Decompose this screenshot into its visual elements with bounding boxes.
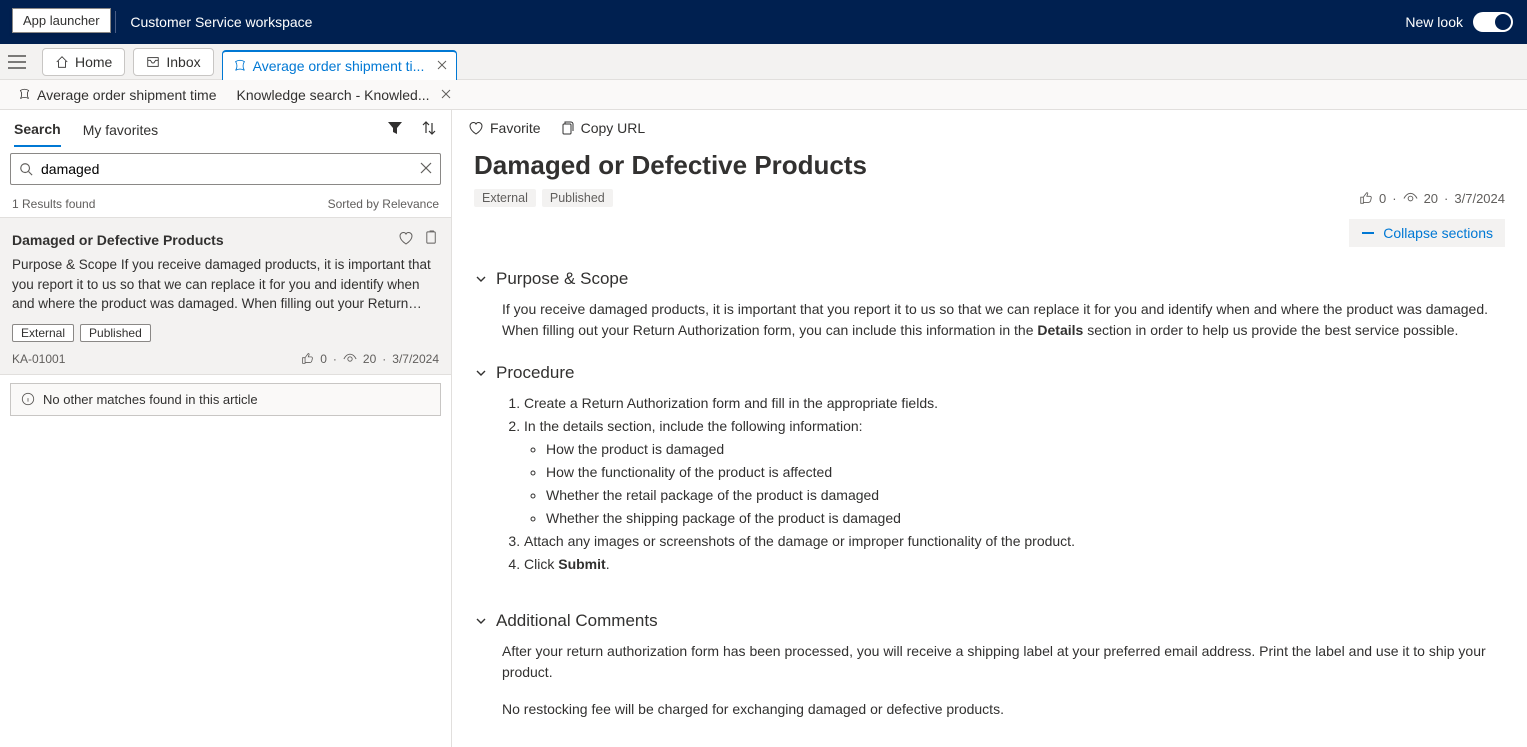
- like-icon: [1359, 191, 1373, 205]
- session-tab-label: Average order shipment ti...: [253, 58, 425, 74]
- popout-icon[interactable]: [424, 230, 439, 249]
- chip-external: External: [12, 324, 74, 342]
- tab-my-favorites[interactable]: My favorites: [83, 122, 158, 146]
- inbox-tab[interactable]: Inbox: [133, 48, 213, 76]
- list-item: Create a Return Authorization form and f…: [524, 393, 1505, 414]
- result-likes: 0: [320, 352, 327, 366]
- main-area: Search My favorites 1 Results found: [0, 110, 1527, 747]
- article-chip-external: External: [474, 189, 536, 207]
- view-icon: [343, 352, 357, 366]
- search-icon: [19, 162, 33, 176]
- copy-url-label: Copy URL: [581, 120, 646, 136]
- tab-search[interactable]: Search: [14, 121, 61, 147]
- filter-icon[interactable]: [387, 120, 403, 139]
- inbox-icon: [146, 55, 160, 69]
- article-title: Damaged or Defective Products: [474, 150, 1505, 181]
- heart-icon: [468, 120, 484, 136]
- session-tab-row: Home Inbox Average order shipment ti...: [0, 44, 1527, 80]
- close-icon[interactable]: [436, 58, 448, 74]
- home-icon: [55, 55, 69, 69]
- list-item: Whether the shipping package of the prod…: [546, 508, 1505, 529]
- close-icon[interactable]: [440, 87, 452, 103]
- sorted-by-label: Sorted by Relevance: [328, 197, 439, 211]
- app-tab-case[interactable]: Average order shipment time: [8, 80, 227, 109]
- article-views: 20: [1424, 191, 1438, 206]
- app-launcher-tooltip: App launcher: [12, 8, 111, 33]
- app-tab-knowledge-search[interactable]: Knowledge search - Knowled...: [227, 80, 462, 109]
- clear-search-icon[interactable]: [420, 161, 432, 177]
- section-procedure-body: Create a Return Authorization form and f…: [502, 393, 1505, 575]
- search-input[interactable]: [41, 161, 412, 177]
- new-look-label: New look: [1405, 14, 1463, 30]
- list-item: Whether the retail package of the produc…: [546, 485, 1505, 506]
- like-icon: [301, 352, 314, 365]
- collapse-label: Collapse sections: [1383, 225, 1493, 241]
- app-tab-knowledge-label: Knowledge search - Knowled...: [237, 87, 430, 103]
- no-matches-banner: No other matches found in this article: [10, 383, 441, 416]
- result-snippet: Purpose & Scope If you receive damaged p…: [12, 255, 439, 314]
- section-additional-body: After your return authorization form has…: [502, 641, 1505, 720]
- info-icon: [21, 392, 35, 406]
- collapse-sections-button[interactable]: Collapse sections: [1349, 219, 1505, 247]
- top-bar-sep: [115, 11, 116, 33]
- chip-published: Published: [80, 324, 151, 342]
- no-matches-text: No other matches found in this article: [43, 392, 258, 407]
- knowledge-search-panel: Search My favorites 1 Results found: [0, 110, 452, 747]
- section-additional-header[interactable]: Additional Comments: [474, 611, 1505, 631]
- home-tab[interactable]: Home: [42, 48, 125, 76]
- chevron-down-icon: [474, 366, 488, 380]
- result-date: 3/7/2024: [392, 352, 439, 366]
- list-item: Click Submit.: [524, 554, 1505, 575]
- workspace-name: Customer Service workspace: [130, 14, 312, 30]
- chevron-down-icon: [474, 272, 488, 286]
- results-count: 1 Results found: [12, 197, 95, 211]
- top-bar: App launcher ics 365 Customer Service wo…: [0, 0, 1527, 44]
- view-icon: [1403, 191, 1418, 206]
- conversation-icon: [18, 88, 31, 101]
- article-panel: Favorite Copy URL Damaged or Defective P…: [452, 110, 1527, 747]
- copy-icon: [559, 120, 575, 136]
- section-procedure-title: Procedure: [496, 363, 574, 383]
- copy-url-button[interactable]: Copy URL: [559, 120, 646, 136]
- new-look-toggle[interactable]: [1473, 12, 1513, 32]
- search-input-wrapper: [10, 153, 441, 185]
- favorite-icon[interactable]: [398, 230, 414, 249]
- hamburger-menu[interactable]: [8, 55, 26, 69]
- app-tab-case-label: Average order shipment time: [37, 87, 217, 103]
- section-purpose-title: Purpose & Scope: [496, 269, 628, 289]
- list-item: In the details section, include the foll…: [524, 416, 1505, 529]
- result-views: 20: [363, 352, 376, 366]
- result-title: Damaged or Defective Products: [12, 232, 224, 248]
- article-chip-published: Published: [542, 189, 613, 207]
- list-item: How the product is damaged: [546, 439, 1505, 460]
- minus-icon: [1361, 226, 1375, 240]
- article-toolbar: Favorite Copy URL: [452, 110, 1527, 146]
- inbox-tab-label: Inbox: [166, 54, 200, 70]
- article-likes: 0: [1379, 191, 1386, 206]
- home-tab-label: Home: [75, 54, 112, 70]
- favorite-button[interactable]: Favorite: [468, 120, 541, 136]
- conversation-icon: [233, 59, 247, 73]
- favorite-label: Favorite: [490, 120, 541, 136]
- app-tab-row: Average order shipment time Knowledge se…: [0, 80, 1527, 110]
- list-item: How the functionality of the product is …: [546, 462, 1505, 483]
- sort-icon[interactable]: [421, 120, 437, 139]
- article-date: 3/7/2024: [1454, 191, 1505, 206]
- section-procedure-header[interactable]: Procedure: [474, 363, 1505, 383]
- list-item: Attach any images or screenshots of the …: [524, 531, 1505, 552]
- result-id: KA-01001: [12, 352, 65, 366]
- section-purpose-header[interactable]: Purpose & Scope: [474, 269, 1505, 289]
- section-purpose-body: If you receive damaged products, it is i…: [502, 299, 1505, 341]
- search-result-item[interactable]: Damaged or Defective Products Purpose & …: [0, 217, 451, 375]
- section-additional-title: Additional Comments: [496, 611, 658, 631]
- chevron-down-icon: [474, 614, 488, 628]
- session-tab-active[interactable]: Average order shipment ti...: [222, 50, 458, 80]
